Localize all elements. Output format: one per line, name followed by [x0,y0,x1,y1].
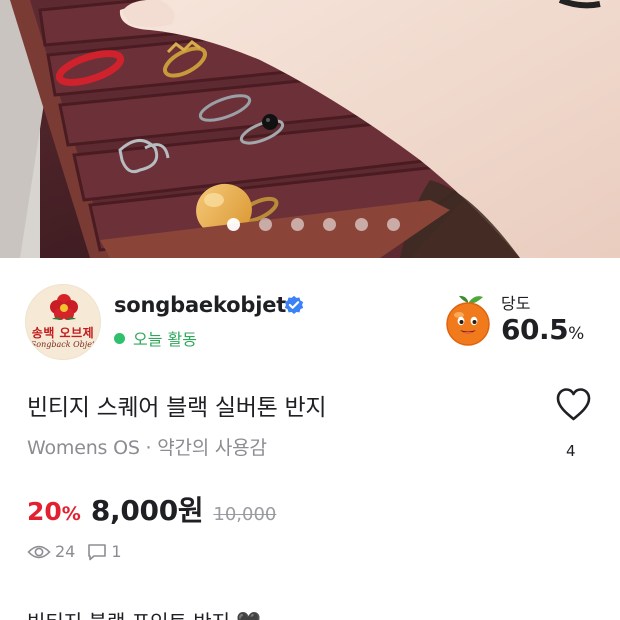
carousel-indicator[interactable] [0,218,620,231]
seller-name[interactable]: songbaekobjet [114,293,286,317]
seller-activity: 오늘 활동 [114,326,197,350]
chat-bubble-icon [88,543,107,560]
view-count: 24 [55,542,76,561]
avatar-text-en: Songback Objet [30,340,96,349]
avatar-text-ko: 송백 오브제 [31,326,95,340]
verified-badge-icon [284,295,304,314]
carousel-dot[interactable] [354,218,368,231]
eye-icon [27,545,51,558]
manner-value-unit: % [568,324,584,344]
heart-icon[interactable] [555,387,592,422]
camellia-flower-icon [50,294,78,320]
discount-rate: 20 [27,497,62,526]
sale-price: 8,000원 [90,494,204,527]
carousel-dot[interactable] [226,218,240,231]
manner-temperature-label: 당도 [501,294,531,313]
activity-text: 오늘 활동 [133,330,197,349]
product-title: 빈티지 스퀘어 블랙 실버톤 반지 [27,395,327,421]
active-status-dot [114,332,125,344]
carousel-dot[interactable] [258,218,272,231]
product-photo[interactable] [0,0,620,258]
discount-unit: % [61,503,81,525]
manner-value-number: 60.5 [501,313,569,346]
carousel-dot[interactable] [322,218,336,231]
product-description: 빈티지 블랙 포인트 반지 🖤 [27,606,261,620]
chat-count: 1 [111,542,122,561]
manner-temperature-value: 60.5% [501,313,584,346]
like-count: 4 [566,442,576,460]
product-stats: 24 1 [27,542,122,561]
product-category[interactable]: Womens OS · 약간의 사용감 [27,433,267,460]
carousel-dot[interactable] [290,218,304,231]
seller-avatar[interactable]: 송백 오브제 Songback Objet [25,284,101,360]
price-row: 20 % 8,000원 10,000 [27,489,276,529]
carousel-dot[interactable] [386,218,400,231]
original-price: 10,000 [213,504,277,525]
peach-mascot-icon [446,295,490,346]
